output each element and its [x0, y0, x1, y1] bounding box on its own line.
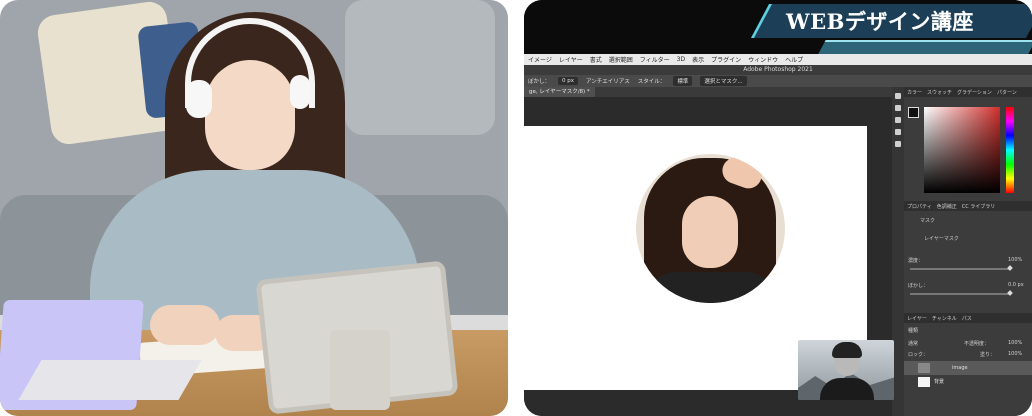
style-label: スタイル： — [637, 79, 666, 85]
headphone-left-cup — [186, 80, 212, 118]
tab-gradients[interactable]: グラデーション — [957, 89, 992, 96]
banner-accent-line — [818, 40, 1032, 54]
document-tab[interactable]: ge, レイヤーマスク/8) * — [524, 87, 595, 97]
blur-input[interactable]: 0 px — [558, 77, 579, 85]
menu-item-select[interactable]: 選択範囲 — [609, 55, 633, 64]
select-mask-button[interactable]: 選択とマスク... — [700, 76, 747, 86]
tab-color[interactable]: カラー — [907, 89, 922, 96]
lock-label: ロック： — [908, 352, 929, 358]
menu-item-type[interactable]: 書式 — [590, 55, 602, 64]
tab-layers[interactable]: レイヤー — [907, 315, 927, 322]
options-bar: ぼかし： 0 px アンチエイリアス スタイル： 標準 選択とマスク... — [524, 75, 1032, 87]
opacity-label: 不透明度： — [964, 341, 990, 347]
feather-label: ぼかし： — [908, 283, 929, 289]
feather-slider[interactable] — [910, 290, 1013, 296]
density-slider[interactable] — [910, 265, 1013, 271]
slider-knob[interactable] — [1007, 290, 1013, 296]
portrait-face — [682, 196, 738, 268]
laptop-keyboard — [18, 360, 202, 400]
menu-item-view[interactable]: 表示 — [692, 55, 704, 64]
tab-patterns[interactable]: パターン — [997, 89, 1017, 96]
tab-channels[interactable]: チャンネル — [932, 315, 957, 322]
blur-label: ぼかし： — [528, 79, 551, 85]
density-value[interactable]: 100% — [1008, 257, 1022, 263]
layer-row-image[interactable]: image — [904, 361, 1032, 375]
instructor-hair — [832, 342, 862, 358]
menu-bar: イメージ レイヤー 書式 選択範囲 フィルター 3D 表示 プラグイン ウィンド… — [524, 54, 1032, 65]
blend-mode-select[interactable]: 通常 — [908, 340, 918, 347]
right-panels: カラー スウォッチ グラデーション パターン プロパティ 色調補正 CC ライブ… — [904, 87, 1032, 416]
cushion-gray — [345, 0, 495, 135]
opacity-value[interactable]: 100% — [1008, 340, 1022, 346]
slider-knob[interactable] — [1007, 265, 1013, 271]
app-title: Adobe Photoshop 2021 — [524, 65, 1032, 75]
hand-left — [150, 305, 220, 345]
menu-item-layer[interactable]: レイヤー — [559, 55, 583, 64]
layer-kind-filter[interactable]: 種類 — [908, 327, 918, 334]
tool-icon[interactable] — [895, 129, 901, 135]
tab-properties[interactable]: プロパティ — [907, 203, 932, 210]
properties-panel-tabs: プロパティ 色調補正 CC ライブラリ — [904, 201, 1032, 211]
masked-portrait — [636, 154, 785, 303]
layer-row-background[interactable]: 背景 — [904, 375, 1032, 389]
menu-item-filter[interactable]: フィルター — [640, 55, 670, 64]
headphone-right-cup — [290, 75, 310, 109]
density-label: 濃度： — [908, 258, 924, 264]
layers-panel-tabs: レイヤー チャンネル パス — [904, 313, 1032, 323]
tab-swatches[interactable]: スウォッチ — [927, 89, 952, 96]
menu-item-image[interactable]: イメージ — [528, 55, 552, 64]
tool-icon[interactable] — [895, 117, 901, 123]
layer-mask-label: レイヤーマスク — [924, 236, 959, 242]
left-photo-woman-headphones — [0, 0, 508, 416]
tool-icon[interactable] — [895, 141, 901, 147]
course-title: WEBデザイン講座 — [786, 9, 974, 34]
tab-adjustments[interactable]: 色調補正 — [937, 203, 957, 210]
tab-paths[interactable]: パス — [962, 315, 972, 322]
portrait-body — [646, 272, 776, 303]
instructor-body — [820, 378, 874, 400]
menu-item-help[interactable]: ヘルプ — [785, 55, 803, 64]
tool-icon[interactable] — [895, 105, 901, 111]
antialias-checkbox[interactable]: アンチエイリアス — [586, 77, 630, 85]
right-photoshop-screenshot: WEBデザイン講座 イメージ レイヤー 書式 選択範囲 フィルター 3D 表示 … — [524, 0, 1032, 416]
layer-thumbnail — [918, 363, 930, 373]
tab-libraries[interactable]: CC ライブラリ — [962, 203, 996, 210]
feather-value[interactable]: 0.0 px — [1008, 282, 1024, 288]
tool-icon[interactable] — [895, 93, 901, 99]
color-picker-field[interactable] — [924, 107, 1000, 193]
mask-label: マスク — [920, 218, 936, 224]
style-select[interactable]: 標準 — [673, 76, 693, 86]
instructor-webcam — [798, 340, 894, 400]
document-tabbar: ge, レイヤーマスク/8) * — [524, 87, 892, 97]
foreground-color-swatch[interactable] — [908, 107, 919, 118]
hue-slider[interactable] — [1006, 107, 1014, 193]
layer-thumbnail — [918, 377, 930, 387]
fill-value[interactable]: 100% — [1008, 351, 1022, 357]
menu-item-3d[interactable]: 3D — [677, 56, 685, 63]
fill-label: 塗り： — [980, 352, 996, 358]
menu-item-window[interactable]: ウィンドウ — [748, 55, 778, 64]
layer-name: 背景 — [934, 379, 945, 385]
layer-name: image — [952, 365, 968, 371]
tablet-stand — [330, 330, 390, 410]
menu-item-plugins[interactable]: プラグイン — [711, 55, 741, 64]
color-panel-tabs: カラー スウォッチ グラデーション パターン — [904, 87, 1032, 97]
